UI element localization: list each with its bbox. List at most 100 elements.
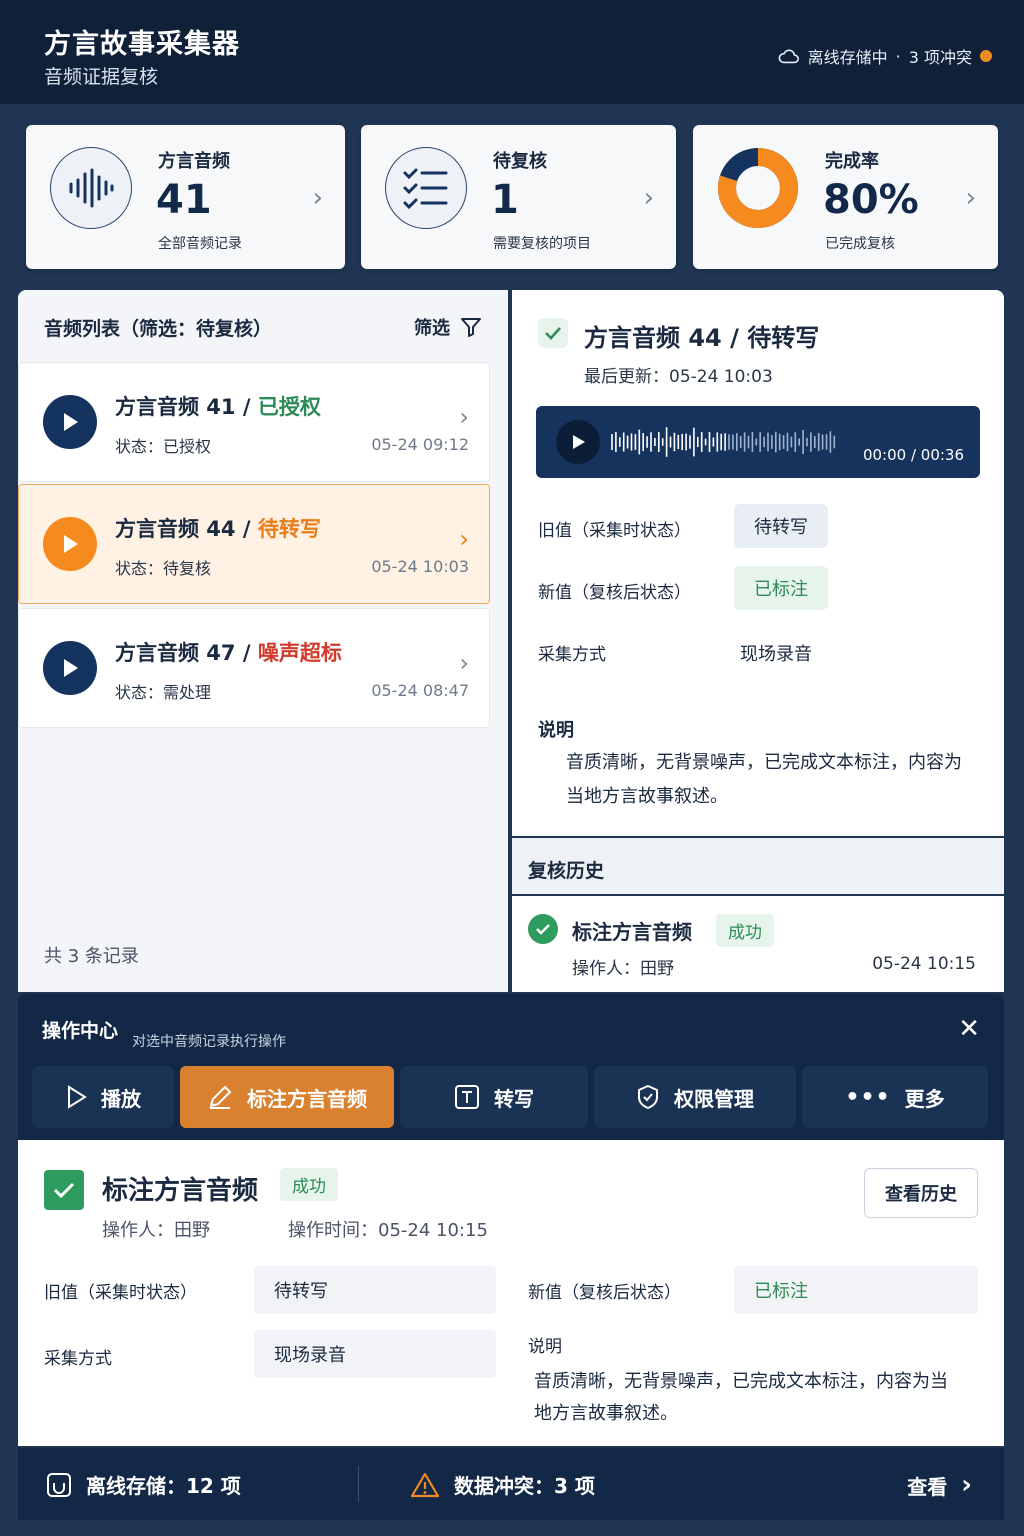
item-title: 方言音频 47 / 噪声超标	[115, 641, 342, 665]
sync-status[interactable]: 离线存储中 · 3 项冲突	[778, 44, 992, 68]
stat-card-audio[interactable]: 方言音频 41 全部音频记录 ›	[26, 125, 345, 269]
stat-desc: 需要复核的项目	[493, 236, 591, 252]
stat-label: 方言音频	[158, 151, 230, 172]
note-text: 音质清晰，无背景噪声，已完成文本标注，内容为当地方言故事叙述。	[566, 752, 962, 807]
op-center-title: 操作中心	[42, 1020, 119, 1042]
play-icon[interactable]	[556, 420, 600, 464]
play-icon[interactable]	[43, 517, 97, 571]
result-time: 操作时间：05-24 10:15	[288, 1220, 488, 1241]
checklist-icon	[385, 147, 467, 229]
stat-card-completion[interactable]: 完成率 80% 已完成复核 ›	[693, 125, 998, 269]
audio-list-panel: 音频列表（筛选：待复核） 筛选 方言音频 41 / 已授权 状态：已授权 05-…	[18, 290, 508, 992]
result-panel: 标注方言音频 成功 操作人：田野 操作时间：05-24 10:15 查看历史 旧…	[18, 1140, 1004, 1446]
conflict-dot	[980, 50, 992, 62]
item-state: 状态：需处理	[115, 683, 212, 702]
method-label: 采集方式	[538, 645, 606, 665]
item-tag: 已授权	[257, 395, 321, 419]
method-value: 现场录音	[740, 644, 812, 665]
stat-label: 完成率	[825, 151, 879, 172]
conflict-count: 3 项冲突	[908, 48, 972, 67]
warning-icon	[410, 1472, 440, 1497]
stat-value: 41	[156, 177, 212, 223]
list-item-selected[interactable]: 方言音频 44 / 待转写 状态：待复核 05-24 10:03 ›	[18, 484, 490, 604]
list-item[interactable]: 方言音频 41 / 已授权 状态：已授权 05-24 09:12 ›	[18, 362, 490, 482]
stat-card-pending[interactable]: 待复核 1 需要复核的项目 ›	[361, 125, 676, 269]
item-time: 05-24 08:47	[371, 681, 469, 700]
offline-storage[interactable]: 离线存储：12 项	[46, 1470, 241, 1499]
chevron-right-icon: ›	[643, 183, 654, 213]
text-box-icon	[455, 1085, 479, 1109]
check-icon	[538, 318, 568, 348]
note-label: 说明	[538, 720, 574, 741]
item-state: 状态：待复核	[115, 559, 212, 578]
stat-value: 1	[491, 177, 519, 223]
status-badge: 成功	[716, 914, 774, 947]
method-label: 采集方式	[44, 1349, 112, 1369]
history-item[interactable]: 标注方言音频 成功 操作人：田野 05-24 10:15	[512, 896, 1004, 992]
detail-panel: 方言音频 44 / 待转写 最后更新：05-24 10:03 00:00 / 0…	[512, 290, 1004, 836]
audio-player[interactable]: 00:00 / 00:36	[536, 406, 980, 478]
divider	[358, 1466, 359, 1502]
history-operator: 操作人：田野	[572, 959, 674, 979]
tab-permissions[interactable]: 权限管理	[594, 1066, 796, 1128]
note-label: 说明	[528, 1337, 562, 1357]
waveform-graphic[interactable]	[610, 422, 840, 462]
item-time: 05-24 09:12	[371, 435, 469, 454]
new-value-label: 新值（复核后状态）	[538, 583, 691, 603]
footer-bar: 离线存储：12 项 数据冲突：3 项 查看 ›	[18, 1448, 1004, 1520]
chevron-right-icon: ›	[961, 1470, 972, 1500]
filter-button[interactable]: 筛选	[414, 314, 482, 340]
old-value-pill: 待转写	[734, 504, 828, 548]
player-time: 00:00 / 00:36	[862, 446, 964, 464]
list-heading: 音频列表（筛选：待复核）	[44, 318, 273, 340]
stat-desc: 已完成复核	[825, 236, 895, 252]
shield-icon	[638, 1084, 658, 1110]
item-title: 方言音频 44 / 待转写	[115, 517, 321, 541]
result-title: 标注方言音频	[102, 1176, 259, 1206]
top-bar: 方言故事采集器 音频证据复核 离线存储中 · 3 项冲突	[0, 0, 1024, 104]
result-operator: 操作人：田野	[102, 1220, 210, 1241]
detail-title: 方言音频 44 / 待转写	[584, 324, 820, 352]
op-center-subtitle: 对选中音频记录执行操作	[132, 1034, 286, 1050]
status-badge: 成功	[280, 1168, 338, 1201]
history-time: 05-24 10:15	[872, 954, 976, 974]
method-field: 现场录音	[254, 1330, 496, 1378]
sync-separator: ·	[895, 46, 901, 66]
cloud-icon	[778, 49, 799, 64]
new-value-pill: 已标注	[734, 566, 828, 610]
item-title: 方言音频 41 / 已授权	[115, 395, 321, 419]
record-count: 共 3 条记录	[44, 946, 139, 967]
chevron-right-icon: ›	[312, 183, 323, 213]
close-icon[interactable]: ✕	[958, 1014, 980, 1044]
chevron-right-icon: ›	[459, 403, 469, 431]
play-icon[interactable]	[43, 395, 97, 449]
new-value-label: 新值（复核后状态）	[528, 1283, 681, 1303]
check-icon	[44, 1170, 84, 1210]
new-value-field: 已标注	[734, 1266, 978, 1314]
list-item[interactable]: 方言音频 47 / 噪声超标 状态：需处理 05-24 08:47 ›	[18, 608, 490, 728]
view-history-button[interactable]: 查看历史	[864, 1168, 978, 1218]
history-header: 复核历史	[512, 838, 1004, 894]
filter-label: 筛选	[414, 318, 450, 339]
chevron-right-icon: ›	[459, 649, 469, 677]
last-updated: 最后更新：05-24 10:03	[584, 367, 773, 387]
data-conflict[interactable]: 数据冲突：3 项	[410, 1470, 595, 1499]
history-heading: 复核历史	[528, 860, 605, 882]
tab-more[interactable]: ••• 更多	[802, 1066, 988, 1128]
note-text: 音质清晰，无背景噪声，已完成文本标注，内容为当地方言故事叙述。	[534, 1371, 948, 1424]
play-outline-icon	[68, 1085, 87, 1109]
old-value-label: 旧值（采集时状态）	[538, 521, 691, 541]
tab-play[interactable]: 播放	[32, 1066, 174, 1128]
check-circle-icon	[528, 914, 558, 944]
item-state: 状态：已授权	[115, 437, 212, 456]
item-tag: 待转写	[257, 517, 321, 541]
view-link[interactable]: 查看 ›	[907, 1470, 972, 1500]
chevron-right-icon: ›	[459, 525, 469, 553]
more-icon: •••	[845, 1084, 891, 1110]
tab-transcribe[interactable]: 转写	[400, 1066, 588, 1128]
funnel-icon	[461, 318, 481, 337]
play-icon[interactable]	[43, 641, 97, 695]
item-tag: 噪声超标	[257, 641, 342, 665]
tab-annotate[interactable]: 标注方言音频	[180, 1066, 394, 1128]
app-subtitle: 音频证据复核	[44, 66, 159, 88]
